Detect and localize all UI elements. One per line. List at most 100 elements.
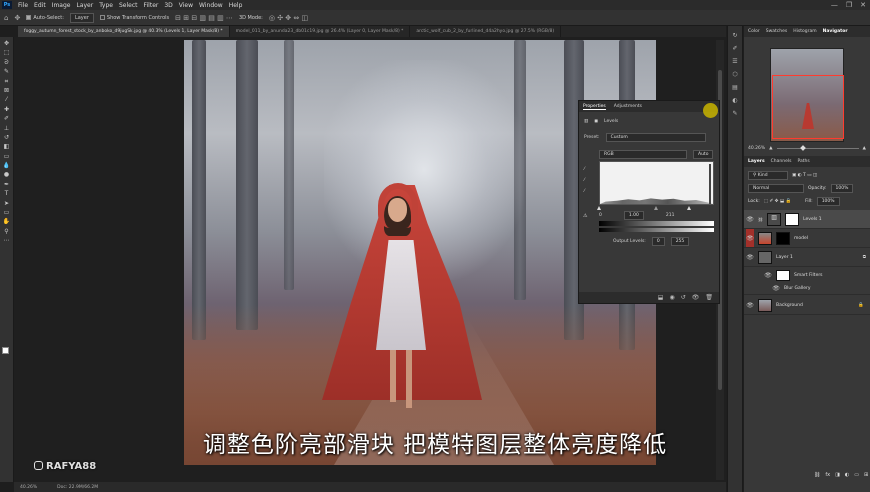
fill-field[interactable]: 100% [816, 197, 840, 206]
zoom-in-icon[interactable]: ▲ [863, 146, 866, 151]
path-panel-icon[interactable]: ✎ [732, 110, 737, 117]
menu-view[interactable]: View [176, 2, 196, 9]
layer-name[interactable]: Background [776, 303, 803, 308]
input-black-slider[interactable] [597, 206, 601, 210]
lock-icons[interactable]: ⬚ ✐ ✥ ⬓ 🔒 [764, 199, 791, 204]
preset-dropdown[interactable]: Custom [605, 133, 706, 142]
eye-icon[interactable]: 👁 [772, 285, 780, 292]
eye-icon[interactable]: 👁 [746, 229, 754, 247]
move-tool-icon[interactable]: ✥ [3, 41, 11, 47]
brush-tool-icon[interactable]: ✐ [3, 116, 11, 122]
tab-adjustments[interactable]: Adjustments [614, 104, 642, 109]
tab-document-3[interactable]: arctic_wolf_cub_2_by_furlined_d4a2hyo.jp… [410, 26, 562, 37]
layer-name[interactable]: Layer 1 [776, 255, 793, 260]
layer-name[interactable]: model [794, 236, 808, 241]
channel-dropdown[interactable]: RGB [599, 150, 687, 159]
pen-tool-icon[interactable]: ✒ [3, 181, 11, 188]
filter-icons[interactable]: ▣ ◐ T ▭ ◫ [792, 173, 817, 178]
minimize-icon[interactable]: — [831, 1, 838, 9]
menu-layer[interactable]: Layer [73, 2, 96, 9]
zoom-out-icon[interactable]: ▲ [769, 146, 772, 151]
filter-row[interactable]: 👁 Blur Gallery [744, 282, 870, 295]
delete-icon[interactable]: 🗑 [705, 294, 713, 301]
gradient-tool-icon[interactable]: ▭ [3, 153, 11, 160]
navigator-zoom-value[interactable]: 40.26% [748, 146, 765, 151]
layer-name[interactable]: Levels 1 [803, 217, 822, 222]
smart-filters-row[interactable]: 👁 Smart Filters [744, 267, 870, 283]
adjustment-layer-icon[interactable]: ◐ [845, 472, 849, 478]
clip-to-layer-icon[interactable]: ⬓ [658, 294, 664, 301]
layer-mask-thumbnail[interactable] [785, 212, 800, 226]
menu-edit[interactable]: Edit [31, 2, 49, 9]
output-white-value[interactable]: 255 [670, 237, 690, 246]
adjust-panel-icon[interactable]: ☰ [732, 58, 737, 65]
output-black-value[interactable]: 0 [651, 237, 665, 246]
auto-select-checkbox[interactable]: Auto-Select: [26, 14, 64, 21]
link-layers-icon[interactable]: ⛓ [814, 472, 820, 478]
quick-select-tool-icon[interactable]: ✎ [3, 69, 11, 75]
auto-button[interactable]: Auto [693, 150, 714, 159]
dodge-tool-icon[interactable]: ● [3, 172, 11, 178]
adjustments-panel-icon[interactable]: ◐ [732, 97, 737, 104]
view-previous-icon[interactable]: ◉ [669, 294, 674, 301]
tab-channels[interactable]: Channels [771, 159, 792, 164]
close-icon[interactable]: ✕ [860, 1, 866, 9]
healing-tool-icon[interactable]: ✚ [3, 106, 11, 113]
layer-row[interactable]: 👁 Background 🔒 [744, 296, 870, 315]
3d-tools-icons[interactable]: ◎ ✣ ✥ ⇔ ◫ [269, 14, 308, 22]
filter-mask-thumbnail[interactable] [776, 269, 790, 281]
marquee-tool-icon[interactable]: ⬚ [3, 50, 11, 56]
tab-swatches[interactable]: Swatches [766, 29, 788, 34]
shape-tool-icon[interactable]: ▭ [3, 210, 11, 216]
eraser-tool-icon[interactable]: ◧ [3, 144, 11, 150]
layer-row[interactable]: 👁 Layer 1 ⧉ [744, 248, 870, 267]
cube-panel-icon[interactable]: ⬡ [732, 71, 737, 78]
stamp-tool-icon[interactable]: ⊥ [3, 125, 11, 132]
fx-icon[interactable]: fx [825, 472, 830, 478]
layer-mask-thumbnail[interactable] [776, 231, 790, 245]
layer-select-dropdown[interactable]: Layer [69, 12, 94, 23]
tab-document-1[interactable]: foggy_autumn_forest_stock_by_anboko_d9ju… [18, 26, 230, 37]
kind-filter-dropdown[interactable]: ⚲ Kind [748, 171, 788, 180]
path-select-icon[interactable]: ➤ [3, 200, 11, 207]
visibility-icon[interactable]: 👁 [692, 294, 700, 301]
input-gamma-slider[interactable] [654, 206, 658, 210]
menu-type[interactable]: Type [96, 2, 116, 9]
tab-color[interactable]: Color [748, 29, 760, 34]
menu-image[interactable]: Image [49, 2, 74, 9]
navigator-thumbnail[interactable] [770, 48, 844, 142]
input-white-value[interactable]: 211 [666, 213, 675, 218]
tab-navigator[interactable]: Navigator [823, 29, 848, 34]
type-tool-icon[interactable]: T [3, 191, 11, 197]
new-layer-icon[interactable]: ⊞ [864, 472, 868, 478]
tab-document-2[interactable]: model_011_by_anunda23_db01c19.jpg @ 26.4… [230, 26, 411, 37]
menu-filter[interactable]: Filter [141, 2, 162, 9]
eye-icon[interactable]: 👁 [746, 216, 754, 223]
more-tools-icon[interactable]: ⋯ [3, 238, 11, 244]
input-gamma-value[interactable]: 1.00 [623, 211, 644, 220]
eye-icon[interactable]: 👁 [746, 302, 754, 309]
filter-name[interactable]: Blur Gallery [784, 286, 811, 291]
mask-icon[interactable]: ◼ [594, 119, 598, 124]
group-icon[interactable]: ▭ [854, 472, 859, 478]
black-point-eyedropper-icon[interactable]: ⁄ [584, 167, 585, 172]
menu-help[interactable]: Help [226, 2, 246, 9]
menu-file[interactable]: File [15, 2, 31, 9]
foreground-color-swatch[interactable] [2, 347, 9, 354]
blend-mode-dropdown[interactable]: Normal [748, 184, 804, 193]
move-tool-icon[interactable]: ✥ [14, 14, 20, 22]
home-icon[interactable]: ⌂ [4, 14, 8, 22]
history-brush-icon[interactable]: ↺ [3, 134, 11, 141]
menu-window[interactable]: Window [196, 2, 226, 9]
navigator-zoom-slider[interactable] [776, 145, 859, 151]
menu-3d[interactable]: 3D [161, 2, 175, 9]
crop-tool-icon[interactable]: ⌗ [3, 78, 11, 85]
brush-panel-icon[interactable]: ✐ [732, 45, 737, 52]
eye-icon[interactable]: 👁 [764, 272, 772, 279]
status-zoom[interactable]: 40.26% [20, 485, 37, 490]
align-icons[interactable]: ⊟ ⊞ ⊟ ▥ ▤ ▥ ⋯ [175, 14, 233, 22]
eyedropper-tool-icon[interactable]: ⁄ [3, 97, 11, 103]
add-mask-icon[interactable]: ◨ [835, 472, 840, 478]
input-white-slider[interactable] [687, 206, 691, 210]
layer-row[interactable]: 👁 ⛓ ▥ Levels 1 [744, 210, 870, 229]
